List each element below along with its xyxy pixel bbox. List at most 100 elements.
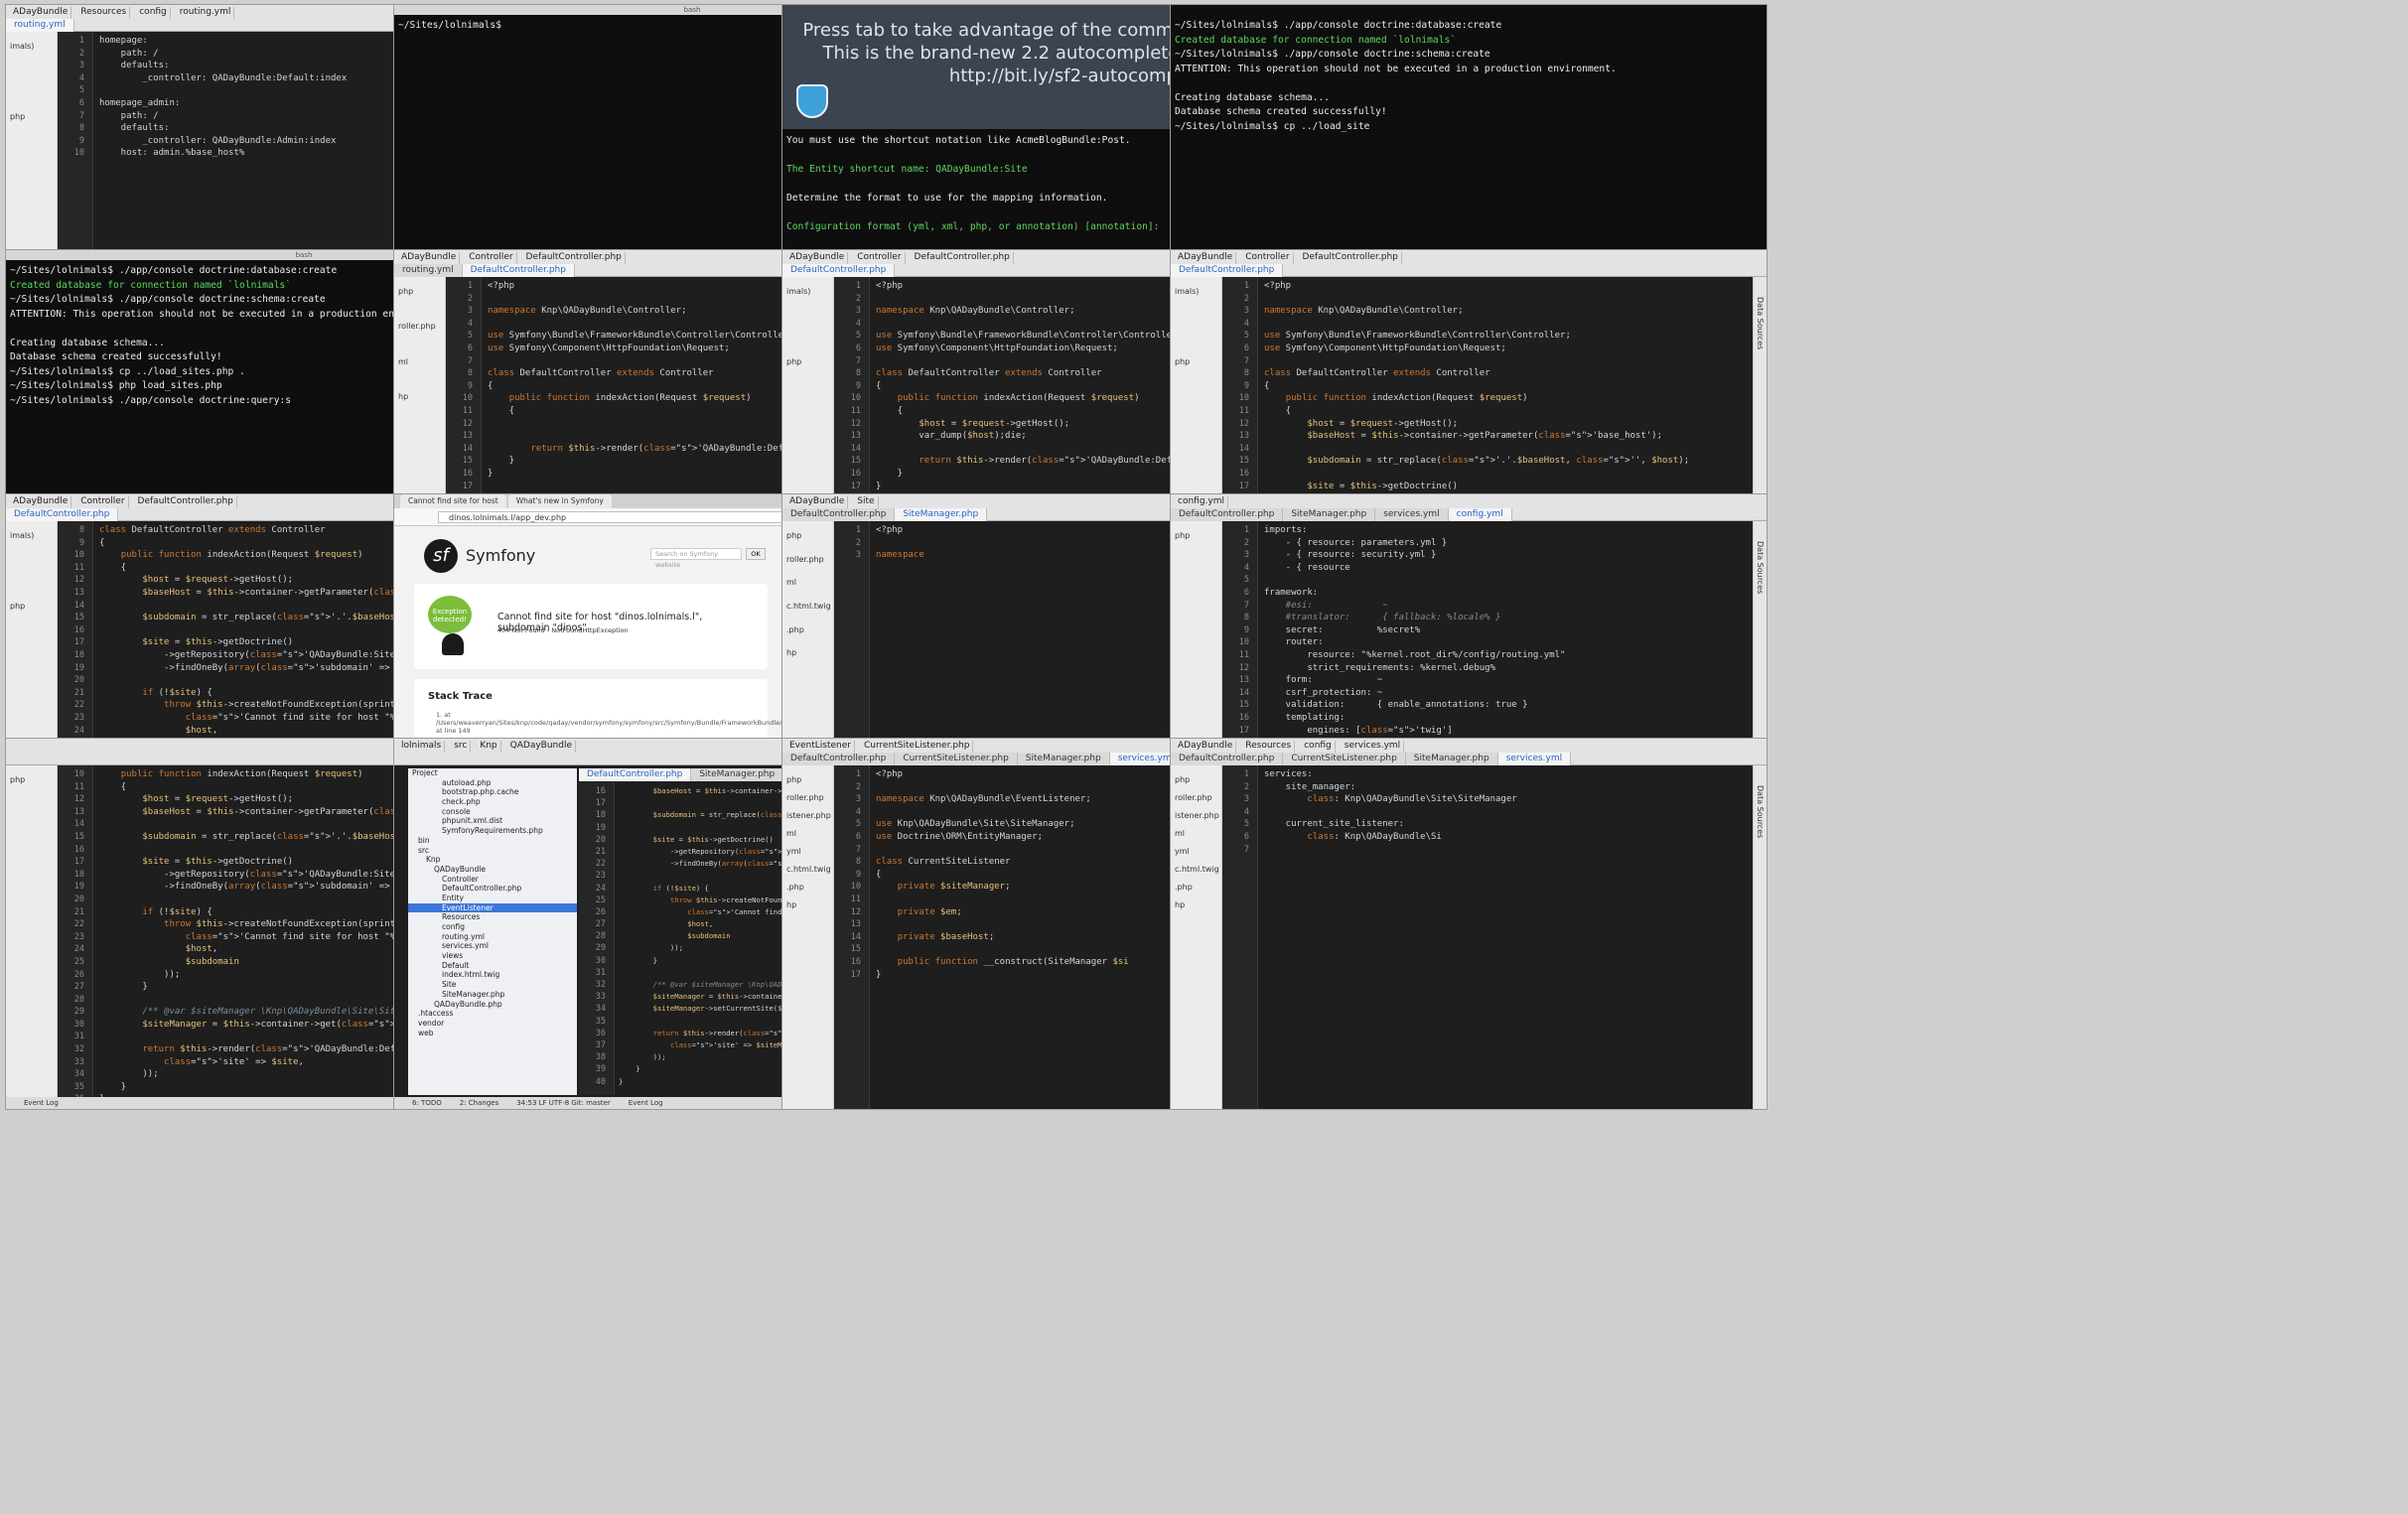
data-sources-label[interactable]: Data Sources — [1756, 541, 1765, 594]
project-panel[interactable]: php roller.php istener.php ml yml c.html.twig… — [1171, 765, 1222, 1109]
editor-tab[interactable]: DefaultController.php — [1171, 508, 1284, 521]
editor-tab[interactable]: DefaultController.php — [782, 753, 896, 765]
tree-item[interactable]: config — [408, 922, 577, 932]
tree-item[interactable]: autoload.php — [408, 778, 577, 788]
editor-tab[interactable]: DefaultController.php — [782, 508, 896, 521]
project-item[interactable]: imals) — [786, 287, 810, 296]
browser-tab[interactable]: Cannot find site for host — [400, 494, 506, 508]
editor-tab[interactable]: SiteManager.php — [1283, 508, 1376, 521]
todo-tab[interactable]: 6: TODO — [412, 1097, 442, 1109]
project-item[interactable]: php — [1175, 357, 1190, 366]
project-item[interactable]: php — [786, 357, 801, 366]
project-item[interactable]: ml — [398, 357, 408, 366]
breadcrumb-item[interactable]: src — [451, 741, 472, 753]
project-item[interactable]: hp — [398, 392, 408, 401]
project-item[interactable]: php — [10, 602, 25, 611]
tree-item[interactable]: console — [408, 807, 577, 817]
project-item[interactable]: roller.php — [786, 793, 824, 802]
breadcrumb-item[interactable]: config — [136, 7, 171, 19]
tree-item[interactable]: check.php — [408, 797, 577, 807]
breadcrumb-item[interactable]: routing.yml — [177, 7, 235, 19]
editor-tab[interactable]: DefaultController.php — [782, 264, 896, 277]
editor-tab[interactable]: CurrentSiteListener.php — [895, 753, 1018, 765]
project-item[interactable]: hp — [786, 900, 796, 909]
project-item[interactable]: yml — [786, 847, 801, 856]
project-item[interactable]: istener.php — [1175, 811, 1219, 820]
tree-item[interactable]: EventListener — [408, 902, 577, 913]
project-item[interactable]: ml — [786, 578, 796, 587]
breadcrumb-item[interactable]: ADayBundle — [786, 252, 849, 264]
project-item[interactable]: c.html.twig — [1175, 865, 1219, 874]
breadcrumb-item[interactable]: ADayBundle — [10, 7, 72, 19]
project-item[interactable]: hp — [786, 648, 796, 657]
breadcrumb-item[interactable]: Controller — [466, 252, 517, 264]
breadcrumb-item[interactable]: CurrentSiteListener.php — [861, 741, 974, 753]
breadcrumb-item[interactable]: Controller — [1242, 252, 1294, 264]
changes-tab[interactable]: 2: Changes — [460, 1097, 498, 1109]
breadcrumb-item[interactable]: lolnimals — [398, 741, 446, 753]
project-item[interactable]: imals) — [10, 531, 34, 540]
tree-item[interactable]: routing.yml — [408, 932, 577, 942]
breadcrumb-item[interactable]: services.yml — [1342, 741, 1405, 753]
tree-item[interactable]: phpunit.xml.dist — [408, 816, 577, 826]
tree-item[interactable]: QADayBundle — [408, 865, 577, 875]
browser-tab[interactable]: What's new in Symfony — [507, 494, 612, 508]
project-item[interactable]: php — [1175, 775, 1190, 784]
breadcrumb-item[interactable]: config — [1301, 741, 1336, 753]
tree-item[interactable]: vendor — [408, 1019, 577, 1029]
editor-tab[interactable]: DefaultController.php — [579, 768, 692, 781]
tree-item[interactable]: SiteManager.php — [408, 990, 577, 1000]
breadcrumb-item[interactable]: QADayBundle — [507, 741, 577, 753]
editor-tab[interactable]: SiteManager.php — [691, 768, 784, 781]
editor-tab[interactable]: routing.yml — [394, 264, 463, 277]
breadcrumb-item[interactable]: DefaultController.php — [135, 496, 237, 508]
project-item[interactable]: php — [10, 112, 25, 121]
project-item[interactable]: php — [786, 775, 801, 784]
editor-tab[interactable]: DefaultController.php — [1171, 753, 1284, 765]
breadcrumb-item[interactable]: config.yml — [1175, 496, 1228, 508]
project-item[interactable]: c.html.twig — [786, 865, 831, 874]
breadcrumb-item[interactable]: ADayBundle — [786, 496, 849, 508]
editor-tab[interactable]: SiteManager.php — [895, 508, 988, 521]
project-item[interactable]: roller.php — [398, 322, 436, 331]
project-item[interactable]: imals) — [1175, 287, 1199, 296]
project-item[interactable]: php — [10, 775, 25, 784]
project-item[interactable]: .php — [786, 883, 804, 892]
breadcrumb-item[interactable]: Controller — [854, 252, 906, 264]
tree-item[interactable]: bootstrap.php.cache — [408, 787, 577, 797]
breadcrumb-item[interactable]: Site — [854, 496, 879, 508]
project-tree[interactable]: Project autoload.php bootstrap.php.cache ch… — [408, 768, 577, 1095]
project-item[interactable]: istener.php — [786, 811, 831, 820]
project-item[interactable]: roller.php — [1175, 793, 1212, 802]
breadcrumb-item[interactable]: ADayBundle — [1175, 252, 1237, 264]
tree-item[interactable]: index.html.twig — [408, 970, 577, 980]
tree-item[interactable]: views — [408, 951, 577, 961]
tree-item[interactable]: Project — [408, 768, 577, 778]
project-item[interactable]: .php — [1175, 883, 1193, 892]
project-item[interactable]: .php — [786, 625, 804, 634]
tree-item[interactable]: bin — [408, 836, 577, 846]
breadcrumb-item[interactable]: Resources — [1242, 741, 1296, 753]
tree-item[interactable]: services.yml — [408, 941, 577, 951]
tree-item[interactable]: Knp — [408, 855, 577, 865]
project-item[interactable]: roller.php — [786, 555, 824, 564]
project-item[interactable]: ml — [1175, 829, 1185, 838]
editor-tab[interactable]: services.yml — [1375, 508, 1449, 521]
code-editor[interactable]: services: site_manager: class: Knp\QADay… — [1264, 769, 1749, 1109]
editor-tab[interactable]: DefaultController.php — [6, 508, 119, 521]
tree-item[interactable]: QADayBundle.php — [408, 1000, 577, 1010]
editor-tab[interactable]: DefaultController.php — [1171, 264, 1284, 277]
project-item[interactable]: php — [398, 287, 413, 296]
editor-tab[interactable]: CurrentSiteListener.php — [1283, 753, 1406, 765]
tree-item[interactable]: SymfonyRequirements.php — [408, 826, 577, 836]
breadcrumb-item[interactable]: DefaultController.php — [912, 252, 1014, 264]
tree-item[interactable]: .htaccess — [408, 1009, 577, 1019]
project-item[interactable]: ml — [786, 829, 796, 838]
breadcrumb-item[interactable]: ADayBundle — [10, 496, 72, 508]
stack-trace-line[interactable]: 1. at /Users/weaverryan/Sites/knp/code/q… — [436, 711, 861, 735]
project-item[interactable]: php — [786, 531, 801, 540]
breadcrumb-item[interactable]: ADayBundle — [1175, 741, 1237, 753]
editor-tab[interactable]: routing.yml — [6, 19, 74, 32]
breadcrumb-item[interactable]: Knp — [477, 741, 501, 753]
editor-tab[interactable]: SiteManager.php — [1017, 753, 1110, 765]
